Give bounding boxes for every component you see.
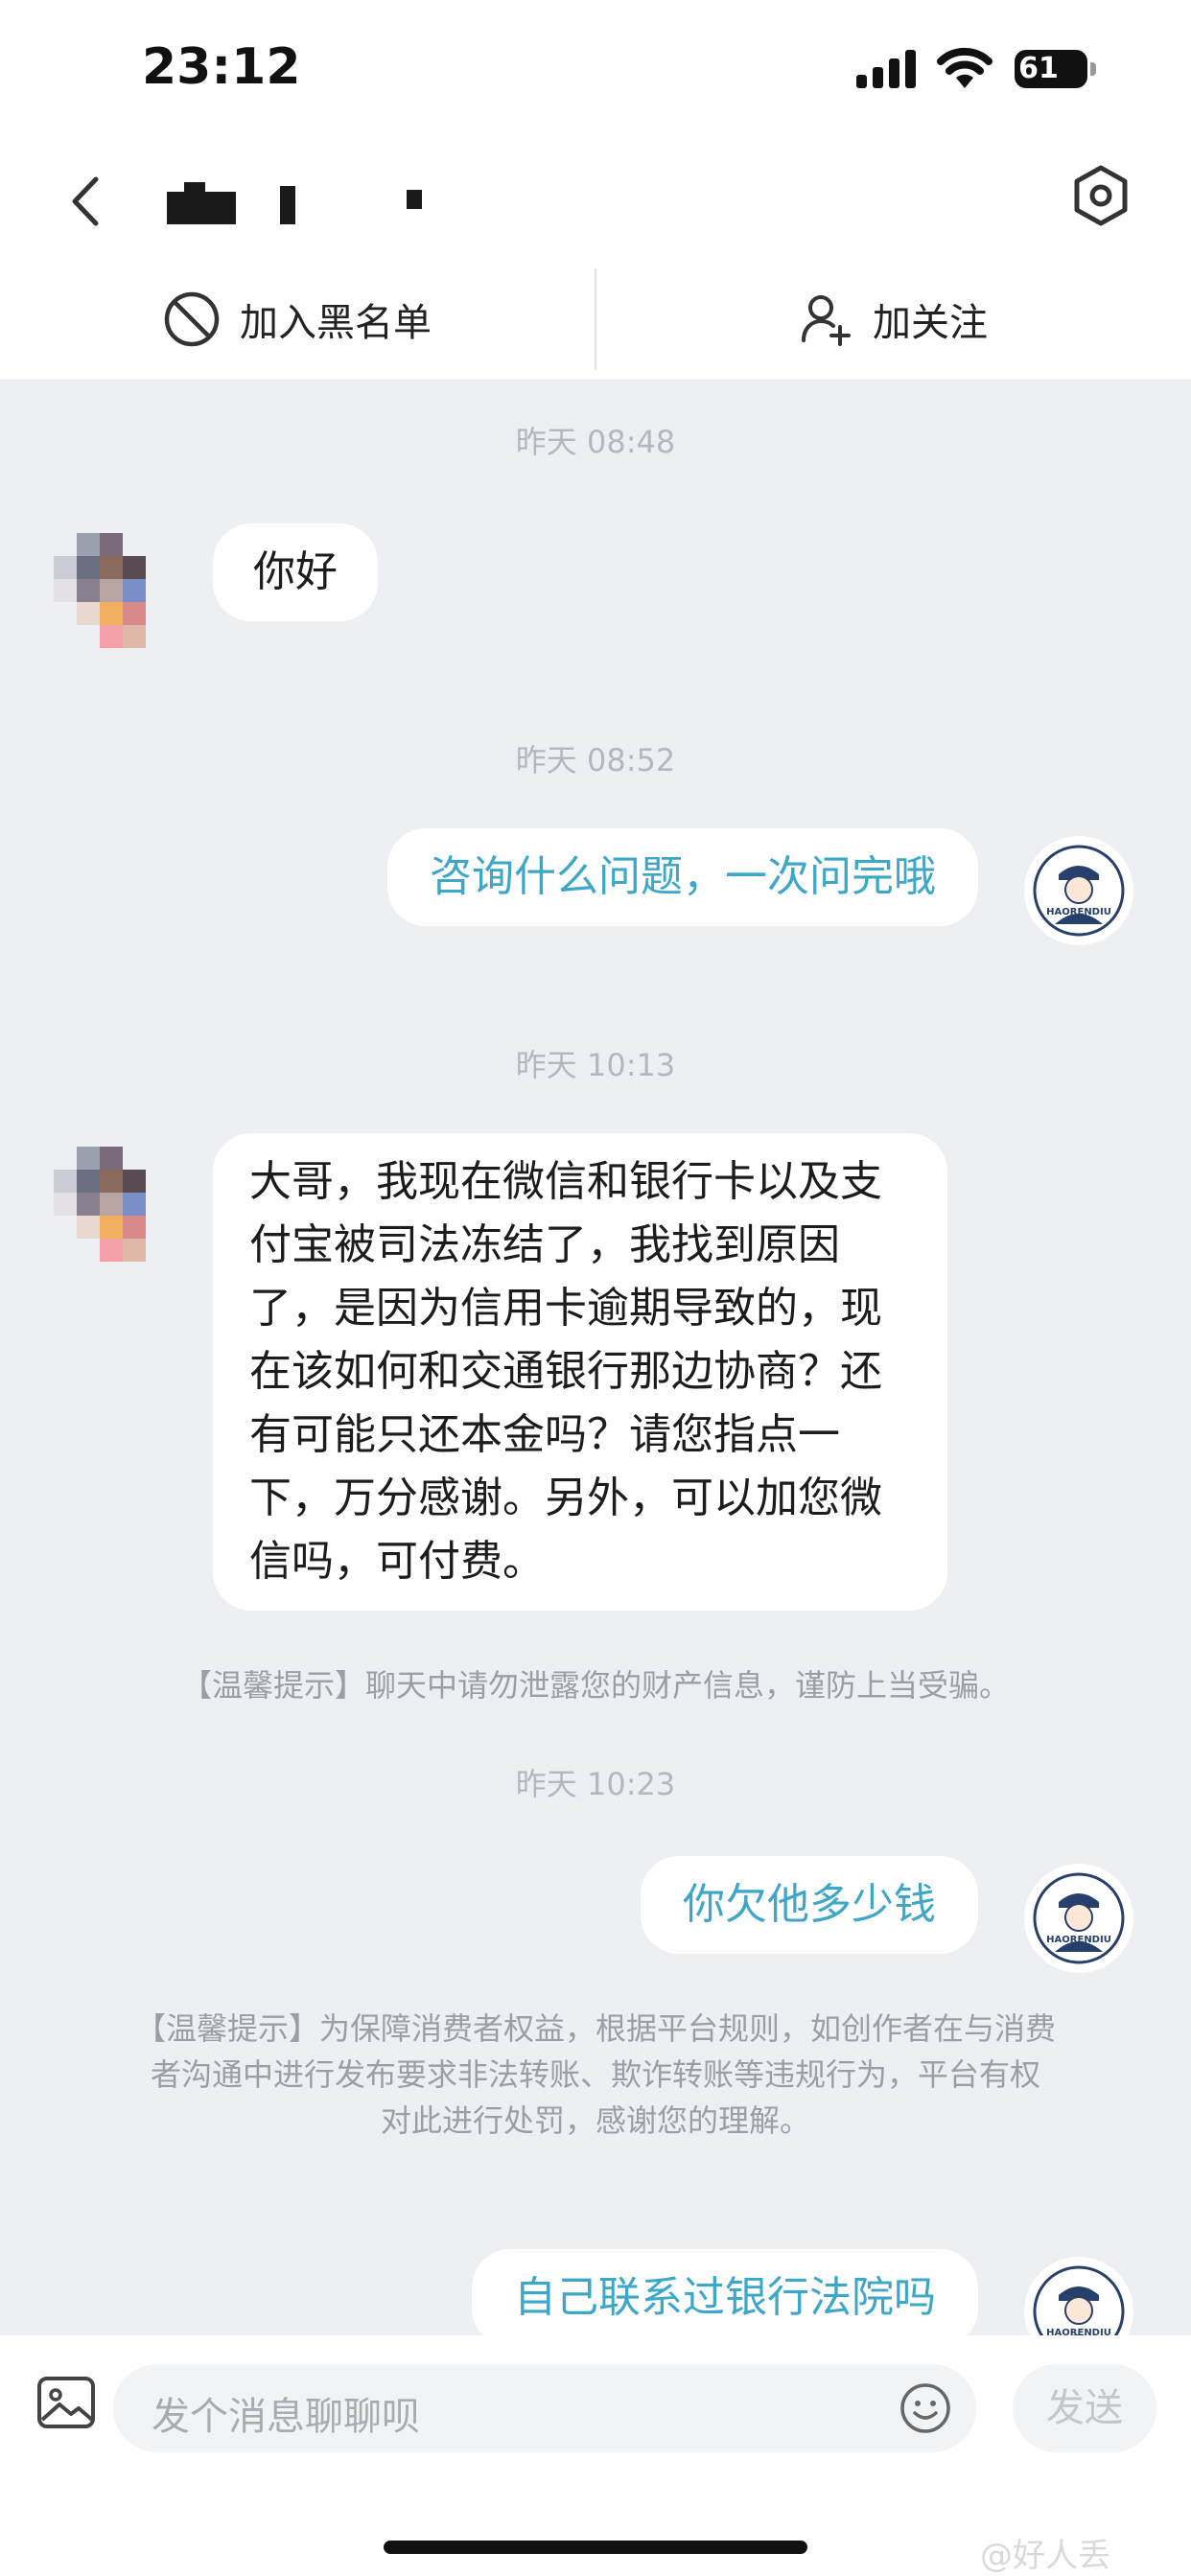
home-indicator xyxy=(384,2541,807,2554)
follow-label: 加关注 xyxy=(873,301,988,345)
avatar-cartoon-icon: HAORENDIU xyxy=(1033,845,1125,937)
avatar-text: HAORENDIU xyxy=(1046,1935,1111,1945)
own-avatar[interactable]: HAORENDIU xyxy=(1024,836,1133,945)
message-line: 自己联系过银行法院吗 xyxy=(514,2273,936,2322)
message-line: 下，万分感谢。另外，可以加您微 xyxy=(249,1474,882,1522)
outgoing-message[interactable]: 自己联系过银行法院吗 xyxy=(472,2249,978,2335)
follow-button[interactable]: 加关注 xyxy=(596,259,1191,380)
watermark: @好人丢 xyxy=(980,2537,1110,2575)
message-line: 大哥，我现在微信和银行卡以及支 xyxy=(249,1157,882,1206)
add-user-icon xyxy=(802,295,851,346)
message-line: 你欠他多少钱 xyxy=(683,1880,936,1929)
send-button[interactable]: 发送 xyxy=(1013,2364,1156,2452)
own-avatar[interactable]: HAORENDIU xyxy=(1024,2257,1133,2335)
chevron-left-icon[interactable] xyxy=(59,168,117,235)
cellular-signal-icon xyxy=(856,50,918,88)
avatar-cartoon-icon: HAORENDIU xyxy=(1033,1872,1125,1964)
avatar-text: HAORENDIU xyxy=(1046,2328,1111,2335)
action-bar: 加入黑名单 加关注 xyxy=(0,259,1191,381)
own-avatar[interactable]: HAORENDIU xyxy=(1024,1864,1133,1973)
contact-avatar[interactable] xyxy=(54,1147,169,1262)
status-time: 23:12 xyxy=(142,38,301,96)
outgoing-message[interactable]: 你欠他多少钱 xyxy=(641,1856,978,1954)
battery-level: 61 xyxy=(1018,52,1059,85)
incoming-message[interactable]: 你好 xyxy=(213,523,378,621)
platform-tip: 【温馨提示】为保障消费者权益，根据平台规则，如创作者在与消费 者沟通中进行发布要… xyxy=(58,2006,1133,2144)
message-timestamp: 昨天 08:52 xyxy=(515,742,676,778)
tip-line: 对此进行处罚，感谢您的理解。 xyxy=(380,2102,810,2139)
message-input-placeholder: 发个消息聊聊呗 xyxy=(152,2395,420,2439)
hexagon-settings-icon[interactable] xyxy=(1070,163,1132,228)
avatar-cartoon-icon: HAORENDIU xyxy=(1033,2265,1125,2335)
message-line: 了，是因为信用卡逾期导致的，现 xyxy=(249,1284,882,1333)
emoji-icon[interactable] xyxy=(899,2382,951,2434)
status-bar: 23:12 61 xyxy=(0,0,1191,144)
message-line: 咨询什么问题，一次问完哦 xyxy=(430,852,936,901)
message-input[interactable]: 发个消息聊聊呗 xyxy=(113,2364,976,2452)
nav-bar xyxy=(0,144,1191,259)
tip-line: 者沟通中进行发布要求非法转账、欺诈转账等违规行为，平台有权 xyxy=(150,2056,1040,2093)
message-line: 在该如何和交通银行那边协商？还 xyxy=(249,1347,882,1396)
tip-line: 【温馨提示】为保障消费者权益，根据平台规则，如创作者在与消费 xyxy=(134,2010,1056,2047)
battery-icon: 61 xyxy=(1015,50,1097,88)
block-button[interactable]: 加入黑名单 xyxy=(0,259,595,380)
message-line: 信吗，可付费。 xyxy=(249,1537,545,1586)
message-line: 付宝被司法冻结了，我找到原因 xyxy=(249,1220,840,1269)
outgoing-message[interactable]: 咨询什么问题，一次问完哦 xyxy=(387,828,978,926)
block-icon xyxy=(164,291,220,347)
message-line: 有可能只还本金吗？请您指点一 xyxy=(249,1410,840,1459)
image-picker-icon[interactable] xyxy=(36,2376,96,2429)
contact-name-redacted xyxy=(163,174,451,232)
message-timestamp: 昨天 10:23 xyxy=(515,1766,676,1802)
block-label: 加入黑名单 xyxy=(240,301,432,345)
message-line: 你好 xyxy=(253,547,338,596)
safety-tip: 【温馨提示】聊天中请勿泄露您的财产信息，谨防上当受骗。 xyxy=(58,1662,1133,1708)
message-timestamp: 昨天 10:13 xyxy=(515,1047,676,1083)
contact-avatar[interactable] xyxy=(54,533,169,648)
tip-line: 【温馨提示】聊天中请勿泄露您的财产信息，谨防上当受骗。 xyxy=(180,1667,1010,1704)
incoming-message[interactable]: 大哥，我现在微信和银行卡以及支 付宝被司法冻结了，我找到原因 了，是因为信用卡逾… xyxy=(213,1133,947,1611)
avatar-text: HAORENDIU xyxy=(1046,907,1111,917)
chat-list[interactable]: 昨天 08:48 你好 昨天 08:52 咨询什么问题，一次问完哦 HAOREN… xyxy=(0,380,1191,2335)
wifi-icon xyxy=(937,47,992,88)
message-timestamp: 昨天 08:48 xyxy=(515,424,676,460)
